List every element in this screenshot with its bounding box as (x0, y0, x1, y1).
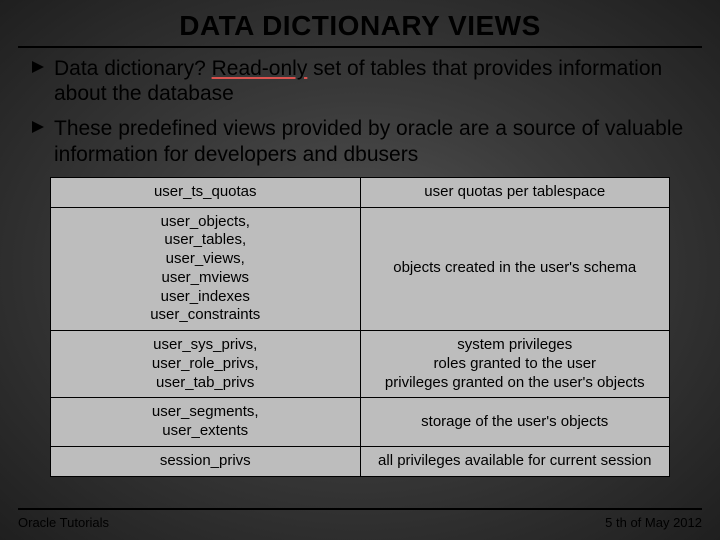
cell-line: privileges granted on the user's objects (371, 374, 660, 393)
bullet-arrow-icon (30, 59, 46, 75)
cell-line: user_extents (61, 422, 350, 441)
cell-line: user_sys_privs, (61, 336, 350, 355)
cell-line: user quotas per tablespace (371, 183, 660, 202)
view-names-cell: user_sys_privs,user_role_privs,user_tab_… (51, 331, 361, 398)
table-row: user_ts_quotas user quotas per tablespace (51, 177, 670, 207)
description-cell: user quotas per tablespace (360, 177, 670, 207)
footer-right: 5 th of May 2012 (605, 515, 702, 530)
cell-line: system privileges (371, 336, 660, 355)
cell-line: user_mviews (61, 269, 350, 288)
cell-line: objects created in the user's schema (371, 259, 660, 278)
bullet-item: These predefined views provided by oracl… (30, 116, 690, 166)
bullet-text: These predefined views provided by oracl… (54, 116, 690, 166)
view-names-cell: user_segments,user_extents (51, 398, 361, 447)
bullet1-emphasis: Read-only (212, 57, 308, 80)
bullet-list: Data dictionary? Read-only set of tables… (0, 56, 720, 167)
cell-line: user_role_privs, (61, 355, 350, 374)
table-row: user_segments,user_extents storage of the… (51, 398, 670, 447)
footer-left: Oracle Tutorials (18, 515, 109, 530)
table-row: session_privs all privileges available fo… (51, 446, 670, 476)
bullet1-prefix: Data dictionary? (54, 57, 212, 80)
description-cell: system privilegesroles granted to the us… (360, 331, 670, 398)
cell-line: user_objects, (61, 213, 350, 232)
bullet-arrow-icon (30, 119, 46, 135)
cell-line: roles granted to the user (371, 355, 660, 374)
footer: Oracle Tutorials 5 th of May 2012 (18, 515, 702, 530)
cell-line: user_segments, (61, 403, 350, 422)
footer-divider (18, 508, 702, 510)
cell-line: storage of the user's objects (371, 413, 660, 432)
cell-line: all privileges available for current ses… (371, 452, 660, 471)
cell-line: user_constraints (61, 306, 350, 325)
page-title: DATA DICTIONARY VIEWS (0, 0, 720, 42)
table-row: user_sys_privs,user_role_privs,user_tab_… (51, 331, 670, 398)
description-cell: all privileges available for current ses… (360, 446, 670, 476)
cell-line: user_ts_quotas (61, 183, 350, 202)
bullet-item: Data dictionary? Read-only set of tables… (30, 56, 690, 106)
slide: DATA DICTIONARY VIEWS Data dictionary? R… (0, 0, 720, 540)
view-names-cell: session_privs (51, 446, 361, 476)
cell-line: user_tab_privs (61, 374, 350, 393)
view-names-cell: user_objects,user_tables,user_views,user… (51, 207, 361, 331)
cell-line: session_privs (61, 452, 350, 471)
cell-line: user_views, (61, 250, 350, 269)
description-cell: objects created in the user's schema (360, 207, 670, 331)
title-underline (18, 46, 702, 48)
table-row: user_objects,user_tables,user_views,user… (51, 207, 670, 331)
cell-line: user_tables, (61, 231, 350, 250)
cell-line: user_indexes (61, 288, 350, 307)
dictionary-table: user_ts_quotas user quotas per tablespace… (50, 177, 670, 477)
bullet-text: Data dictionary? Read-only set of tables… (54, 56, 690, 106)
view-names-cell: user_ts_quotas (51, 177, 361, 207)
description-cell: storage of the user's objects (360, 398, 670, 447)
